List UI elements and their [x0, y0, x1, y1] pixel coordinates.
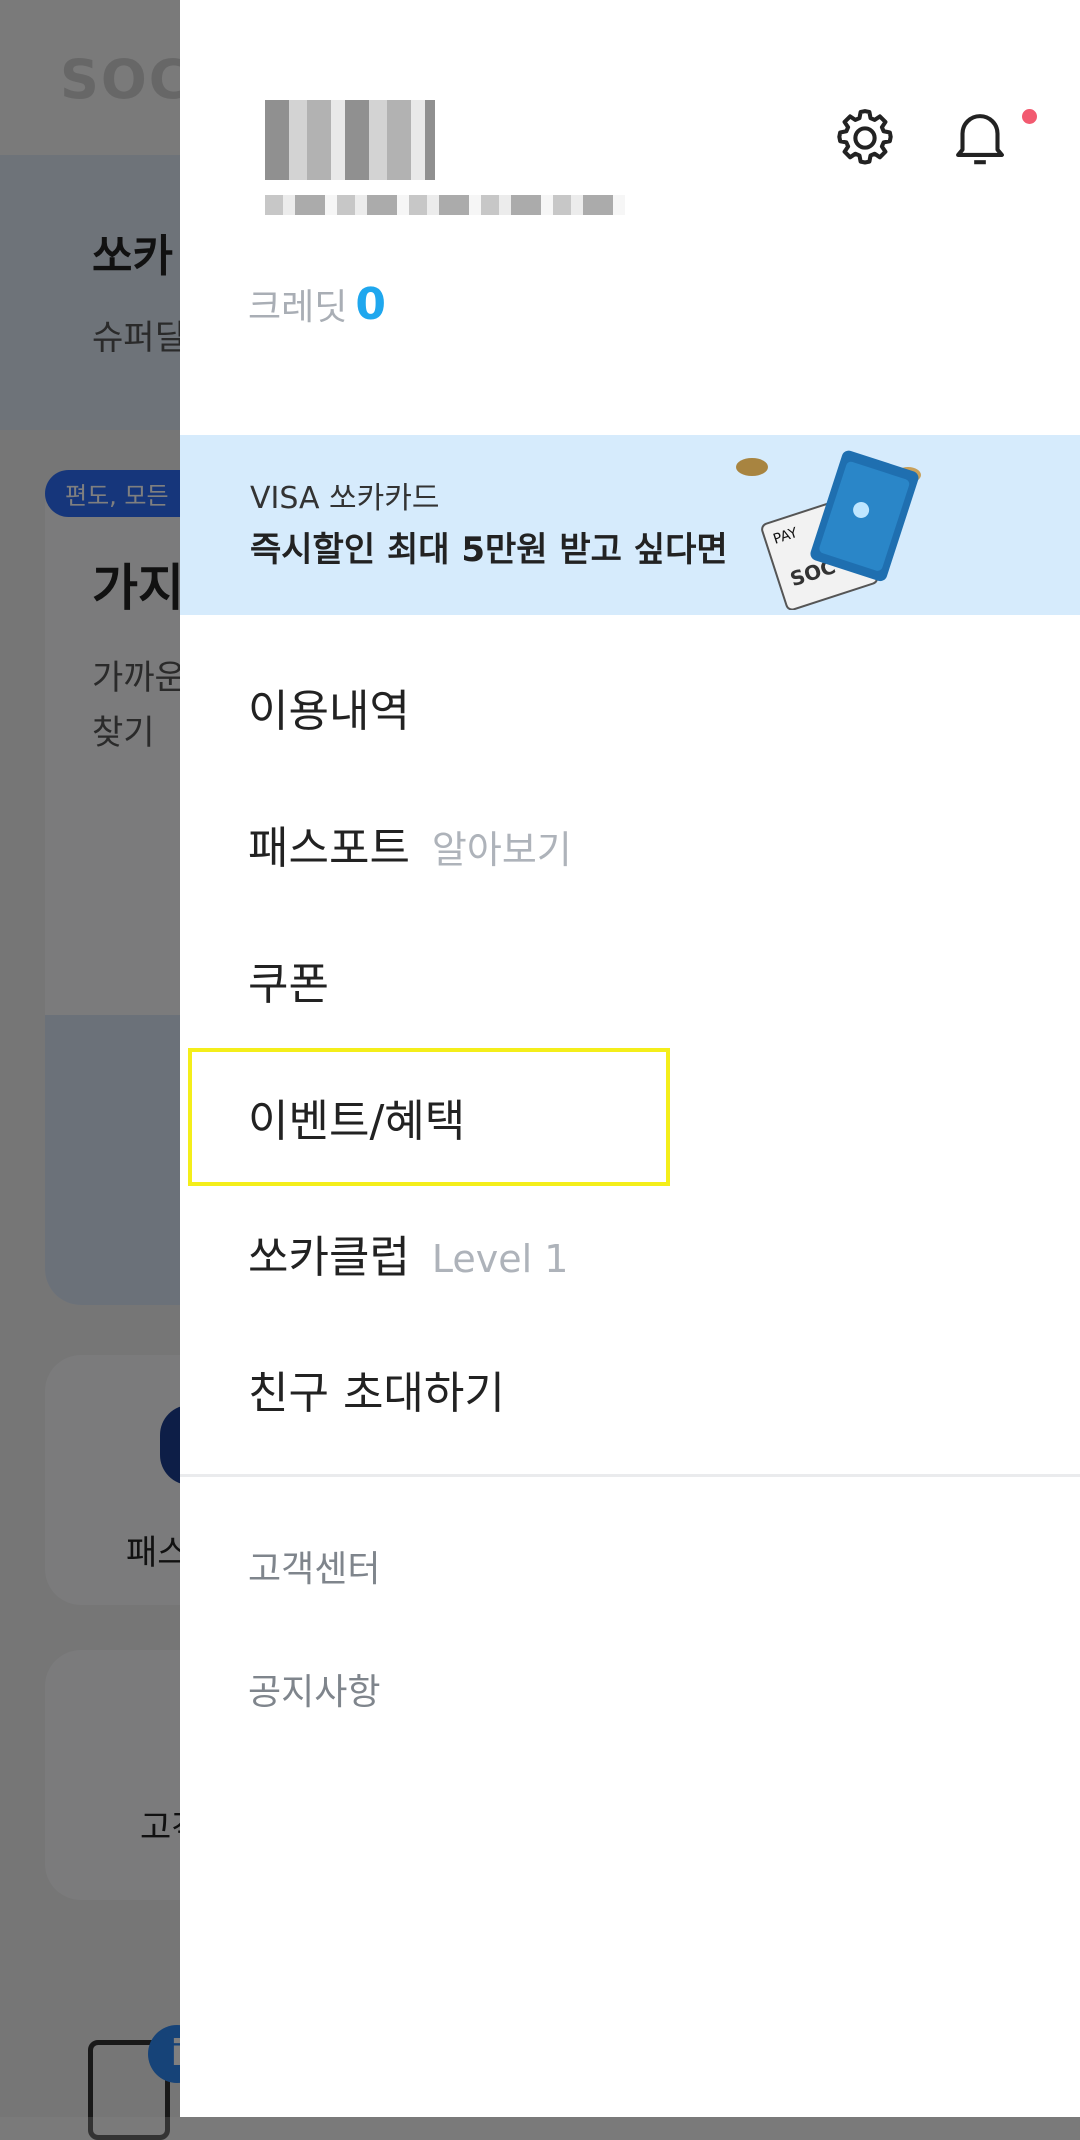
menu-label: 이용내역: [248, 686, 410, 737]
menu-label: 쏘카클럽: [248, 1232, 410, 1283]
credit-card-illustration: PAY SOC: [736, 450, 921, 610]
menu-customer-center[interactable]: 고객센터: [248, 1540, 380, 1592]
user-name-blurred: [265, 100, 435, 180]
menu-events-benefits[interactable]: 이벤트/혜택: [248, 1085, 465, 1149]
credit-label: 크레딧: [248, 287, 348, 328]
banner-headline: 즉시할인 최대 5만원 받고 싶다면: [250, 530, 728, 570]
menu-usage-history[interactable]: 이용내역: [248, 675, 410, 739]
credit-display[interactable]: 크레딧 0: [248, 278, 386, 330]
promo-banner[interactable]: VISA 쏘카카드 즉시할인 최대 5만원 받고 싶다면 PAY SOC: [180, 435, 1080, 615]
menu-notices[interactable]: 공지사항: [248, 1663, 380, 1715]
menu-label: 쿠폰: [248, 959, 329, 1010]
menu-label: 고객센터: [248, 1549, 381, 1590]
menu-label: 공지사항: [248, 1672, 381, 1713]
gear-icon: [837, 109, 893, 165]
menu-invite-friends[interactable]: 친구 초대하기: [248, 1357, 505, 1421]
notification-button[interactable]: [945, 103, 1015, 173]
bell-icon: [956, 114, 1004, 165]
user-email-blurred: [265, 195, 625, 215]
menu-coupons[interactable]: 쿠폰: [248, 948, 329, 1012]
settings-button[interactable]: [830, 103, 900, 173]
side-drawer: 크레딧 0 VISA 쏘카카드 즉시할인 최대 5만원 받고 싶다면 PAY SO…: [180, 0, 1080, 2117]
menu-sublabel: 알아보기: [431, 828, 572, 872]
divider: [180, 1474, 1080, 1477]
menu-label: 패스포트: [248, 823, 410, 874]
menu-passport[interactable]: 패스포트 알아보기: [248, 812, 572, 876]
banner-title: VISA 쏘카카드: [250, 481, 440, 516]
notification-dot: [1022, 109, 1037, 124]
menu-label: 이벤트/혜택: [248, 1096, 466, 1147]
menu-socar-club[interactable]: 쏘카클럽 Level 1: [248, 1221, 568, 1285]
credit-value: 0: [355, 279, 386, 330]
menu-label: 친구 초대하기: [248, 1368, 505, 1419]
menu-sublabel: Level 1: [431, 1237, 569, 1281]
